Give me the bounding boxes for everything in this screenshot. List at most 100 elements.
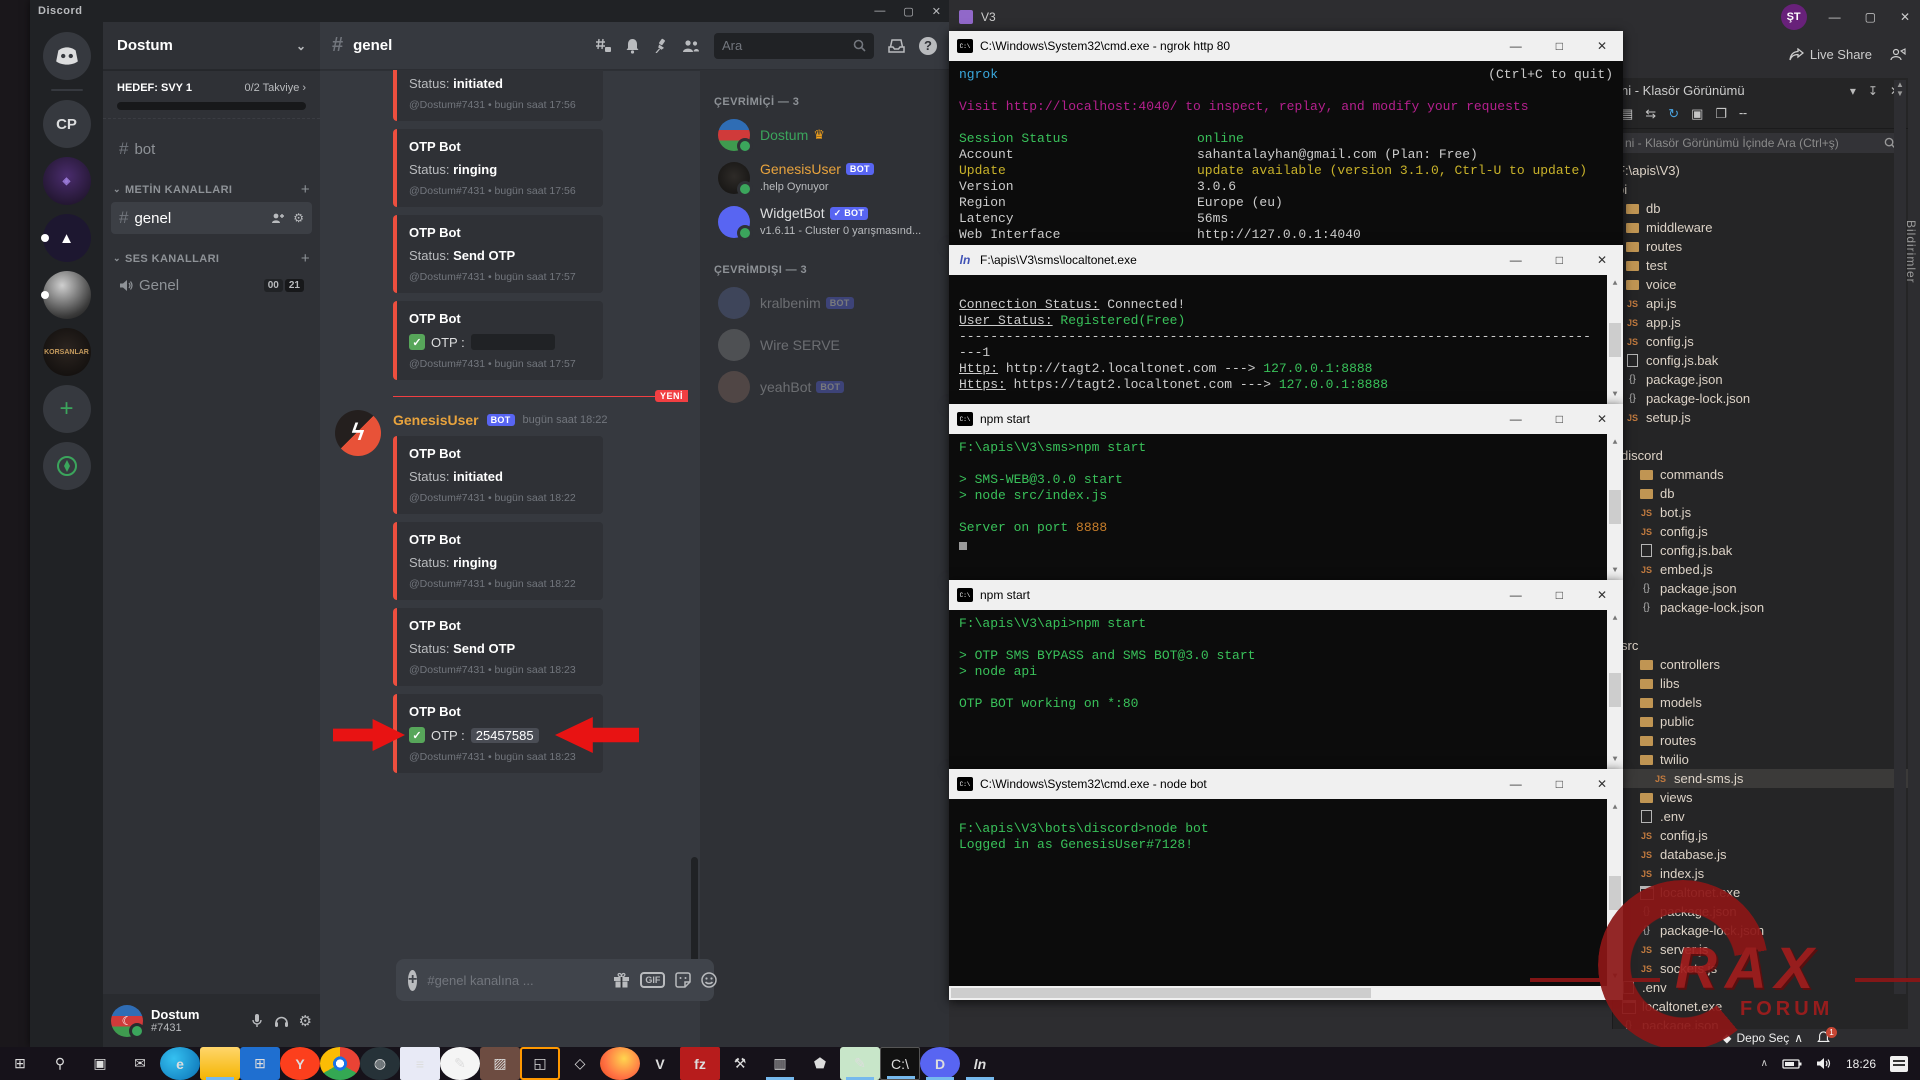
cmd-titlebar[interactable]: C:\ C:\Windows\System32\cmd.exe - ngrok … xyxy=(949,31,1623,61)
add-channel-icon[interactable]: + xyxy=(301,181,310,198)
refresh-icon[interactable]: ↻ xyxy=(1668,106,1679,122)
notifications-side-tab[interactable]: Bildirimler xyxy=(1904,220,1918,284)
maximize-icon[interactable]: □ xyxy=(1556,777,1563,791)
emoji-smiley-icon[interactable] xyxy=(701,972,717,988)
close-icon[interactable]: ✕ xyxy=(1597,777,1607,791)
tree-item[interactable]: s xyxy=(1617,617,1908,636)
action-center-icon[interactable] xyxy=(1890,1056,1908,1072)
taskbar-icon[interactable]: V xyxy=(640,1047,680,1080)
minimize-icon[interactable]: — xyxy=(1510,39,1522,53)
taskbar-icon[interactable]: Y xyxy=(280,1047,320,1080)
server-cp[interactable]: CP xyxy=(43,100,91,148)
server-purple-emblem[interactable]: ◈ xyxy=(43,157,91,205)
taskbar-icon[interactable]: fz xyxy=(680,1047,720,1080)
repo-select-button[interactable]: ◆ Depo Seç ∧ xyxy=(1722,1031,1803,1045)
tree-item[interactable]: src xyxy=(1617,636,1908,655)
maximize-icon[interactable]: □ xyxy=(1556,588,1563,602)
maximize-icon[interactable]: □ xyxy=(1556,253,1563,267)
category-voice-channels[interactable]: ⌄ SES KANALLARI + xyxy=(111,250,312,267)
add-server-button[interactable]: + xyxy=(43,385,91,433)
taskbar-icon[interactable] xyxy=(200,1047,240,1080)
gift-icon[interactable] xyxy=(613,972,630,988)
author-name[interactable]: GenesisUser xyxy=(393,412,479,428)
inbox-icon[interactable] xyxy=(888,39,905,53)
tree-item[interactable]: twilio xyxy=(1617,750,1908,769)
minimize-icon[interactable]: — xyxy=(1829,10,1841,24)
sticker-icon[interactable] xyxy=(675,972,691,988)
tree-item[interactable]: config.js xyxy=(1617,826,1908,845)
tree-item[interactable]: embed.js xyxy=(1617,560,1908,579)
tree-item[interactable]: voice xyxy=(1617,275,1908,294)
tree-item[interactable]: package-lock.json xyxy=(1617,921,1908,940)
pin-icon[interactable]: ↧ xyxy=(1868,84,1878,98)
tree-item[interactable]: package-lock.json xyxy=(1617,598,1908,617)
tree-item[interactable]: package.json xyxy=(1617,370,1908,389)
tree-item[interactable]: views xyxy=(1617,788,1908,807)
tree-item[interactable]: app.js xyxy=(1617,313,1908,332)
taskbar-icon[interactable]: ⊞ xyxy=(240,1047,280,1080)
tray-chevron-icon[interactable]: ∧ xyxy=(1761,1058,1768,1069)
search-box[interactable] xyxy=(714,33,874,59)
maximize-icon[interactable]: □ xyxy=(1556,412,1563,426)
tree-item[interactable]: test xyxy=(1617,256,1908,275)
taskbar-icon[interactable]: D xyxy=(920,1047,960,1080)
taskbar-icon[interactable]: ≡ xyxy=(400,1047,440,1080)
chat-scrollbar[interactable] xyxy=(691,70,698,1047)
help-icon[interactable]: ? xyxy=(919,37,937,55)
server-dark[interactable]: KORSANLAR xyxy=(43,328,91,376)
channel-bot[interactable]: #bot xyxy=(111,133,312,165)
voice-channel-genel[interactable]: Genel 00 21 xyxy=(111,271,312,300)
taskbar-icon[interactable]: ▥ xyxy=(760,1047,800,1080)
taskbar-icon[interactable]: ✎ xyxy=(840,1047,880,1080)
maximize-icon[interactable]: ▢ xyxy=(1865,10,1876,24)
member-row[interactable]: Wire SERVE xyxy=(714,324,941,366)
minimize-icon[interactable]: — xyxy=(1510,253,1522,267)
tree-item[interactable]: models xyxy=(1617,693,1908,712)
battery-icon[interactable] xyxy=(1782,1058,1802,1070)
collapse-all-icon[interactable]: ▣ xyxy=(1691,106,1703,122)
close-icon[interactable]: ✕ xyxy=(932,5,941,18)
tree-item[interactable]: libs xyxy=(1617,674,1908,693)
invite-people-icon[interactable] xyxy=(271,212,285,224)
tree-item[interactable]: api.js xyxy=(1617,294,1908,313)
tree-item[interactable]: package-lock.json xyxy=(1617,389,1908,408)
tree-item[interactable]: config.js.bak xyxy=(1617,541,1908,560)
server-photo[interactable] xyxy=(43,271,91,319)
notifications-bell-icon[interactable] xyxy=(625,38,640,54)
tree-item[interactable]: bot.js xyxy=(1617,503,1908,522)
maximize-icon[interactable]: ▢ xyxy=(903,5,913,18)
channel-genel[interactable]: # genel ⚙ xyxy=(111,202,312,234)
otp-spoiler-hidden[interactable] xyxy=(471,334,555,350)
taskbar-icon[interactable] xyxy=(320,1047,360,1080)
cmd-titlebar[interactable]: ln F:\apis\V3\sms\localtonet.exe — □ ✕ xyxy=(949,245,1623,275)
cmd-titlebar[interactable]: C:\ npm start — □ ✕ xyxy=(949,404,1623,434)
tree-item[interactable]: send-sms.js xyxy=(1617,769,1908,788)
scrollbar[interactable]: ▲▼ xyxy=(1607,275,1623,404)
member-row[interactable]: Dostum ♛ xyxy=(714,114,941,156)
taskbar-icon[interactable] xyxy=(600,1047,640,1080)
taskbar-icon[interactable]: ◍ xyxy=(360,1047,400,1080)
server-header[interactable]: Dostum ⌄ xyxy=(103,22,320,70)
tree-item[interactable]: .env xyxy=(1617,807,1908,826)
tree-item[interactable]: localtonet.exe xyxy=(1617,883,1908,902)
vs-account-avatar[interactable]: ŞT xyxy=(1781,4,1807,30)
tree-item[interactable]: config.js xyxy=(1617,522,1908,541)
tree-item[interactable]: sockets.js xyxy=(1617,959,1908,978)
tree-item[interactable]: config.js xyxy=(1617,332,1908,351)
member-row[interactable]: yeahBot BOT xyxy=(714,366,941,408)
taskbar-icon[interactable]: ▣ xyxy=(80,1047,120,1080)
solution-search-input[interactable] xyxy=(1625,136,1884,150)
live-share-button[interactable]: Live Share xyxy=(1789,47,1872,62)
tree-item[interactable]: routes xyxy=(1617,237,1908,256)
tree-item[interactable]: index.js xyxy=(1617,864,1908,883)
tree-item[interactable]: s xyxy=(1617,427,1908,446)
tree-item[interactable]: database.js xyxy=(1617,845,1908,864)
clock[interactable]: 18:26 xyxy=(1846,1057,1876,1071)
minimize-icon[interactable]: — xyxy=(874,5,885,18)
tree-item[interactable]: config.js.bak xyxy=(1617,351,1908,370)
tree-item[interactable]: setup.js xyxy=(1617,408,1908,427)
solution-search-box[interactable] xyxy=(1619,133,1902,153)
headphones-icon[interactable] xyxy=(274,1014,289,1028)
tree-item[interactable]: discord xyxy=(1617,446,1908,465)
tree-item[interactable]: controllers xyxy=(1617,655,1908,674)
